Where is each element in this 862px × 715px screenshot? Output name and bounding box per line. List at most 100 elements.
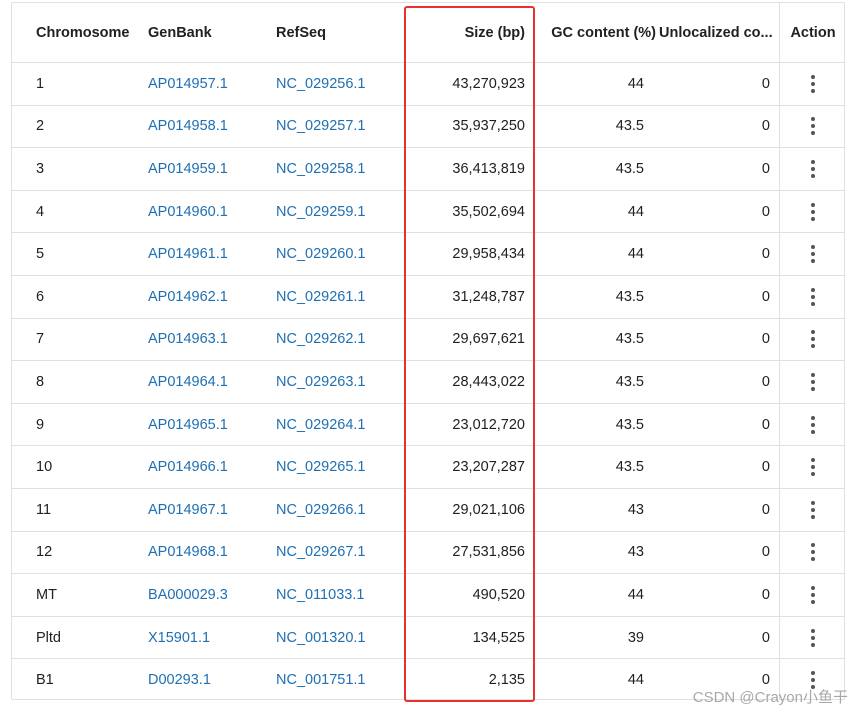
cell-chromosome: 7 (36, 331, 45, 348)
genbank-link[interactable]: AP014959.1 (136, 148, 264, 190)
genbank-link[interactable]: AP014966.1 (136, 446, 264, 488)
refseq-link[interactable]: NC_029256.1 (264, 63, 404, 105)
cell-chromosome: 3 (36, 160, 45, 177)
refseq-link[interactable]: NC_029267.1 (264, 532, 404, 574)
cell-chromosome: 12 (36, 544, 53, 561)
header-size[interactable]: Size (bp) (404, 3, 534, 62)
refseq-link[interactable]: NC_029262.1 (264, 319, 404, 361)
cell-action (779, 403, 844, 446)
refseq-link[interactable]: NC_029260.1 (264, 233, 404, 275)
cell-gc-content: 43.5 (615, 416, 644, 433)
watermark: CSDN @Crayon小鱼干 (692, 689, 848, 706)
cell-unlocalized: 0 (761, 373, 770, 390)
cell-size: 29,697,621 (452, 331, 525, 348)
more-vertical-icon[interactable] (805, 113, 821, 139)
more-vertical-icon[interactable] (805, 241, 821, 267)
cell-action (779, 574, 844, 616)
genbank-link[interactable]: AP014961.1 (136, 233, 264, 275)
more-vertical-icon[interactable] (805, 369, 821, 395)
more-vertical-icon[interactable] (805, 284, 821, 310)
table-row: 5 AP014961.1 NC_029260.1 29,958,434 44 0 (12, 233, 844, 276)
cell-unlocalized: 0 (761, 629, 770, 646)
refseq-link[interactable]: NC_029258.1 (264, 148, 404, 190)
cell-unlocalized: 0 (761, 459, 770, 476)
cell-gc-content: 43.5 (615, 118, 644, 135)
cell-action (779, 105, 844, 148)
more-vertical-icon[interactable] (805, 326, 821, 352)
header-gc-content[interactable]: GC content (%) (534, 3, 659, 62)
table-row: 10 AP014966.1 NC_029265.1 23,207,287 43.5 0 (12, 446, 844, 489)
cell-gc-content: 44 (627, 586, 644, 603)
genbank-link[interactable]: AP014958.1 (136, 106, 264, 148)
refseq-link[interactable]: NC_029266.1 (264, 489, 404, 531)
cell-size: 134,525 (472, 629, 525, 646)
cell-size: 27,531,856 (452, 544, 525, 561)
refseq-link[interactable]: NC_029257.1 (264, 106, 404, 148)
refseq-link[interactable]: NC_001751.1 (264, 659, 404, 699)
header-refseq[interactable]: RefSeq (264, 3, 404, 62)
refseq-link[interactable]: NC_029264.1 (264, 404, 404, 446)
genbank-link[interactable]: AP014967.1 (136, 489, 264, 531)
genbank-link[interactable]: AP014963.1 (136, 319, 264, 361)
cell-action (779, 233, 844, 275)
refseq-link[interactable]: NC_001320.1 (264, 617, 404, 659)
cell-size: 43,270,923 (452, 75, 525, 92)
cell-size: 35,937,250 (452, 118, 525, 135)
genbank-link[interactable]: AP014964.1 (136, 361, 264, 403)
header-genbank[interactable]: GenBank (136, 3, 264, 62)
cell-chromosome: 10 (36, 459, 53, 476)
more-vertical-icon[interactable] (805, 454, 821, 480)
cell-size: 490,520 (472, 586, 525, 603)
cell-size: 36,413,819 (452, 160, 525, 177)
cell-action (779, 190, 844, 233)
refseq-link[interactable]: NC_029265.1 (264, 446, 404, 488)
genbank-link[interactable]: X15901.1 (136, 617, 264, 659)
header-chromosome[interactable]: Chromosome (12, 3, 136, 62)
cell-action (779, 63, 844, 105)
genbank-link[interactable]: AP014960.1 (136, 191, 264, 233)
more-vertical-icon[interactable] (805, 71, 821, 97)
genbank-link[interactable]: BA000029.3 (136, 574, 264, 616)
genbank-link[interactable]: AP014962.1 (136, 276, 264, 318)
more-vertical-icon[interactable] (805, 625, 821, 651)
table-row: 4 AP014960.1 NC_029259.1 35,502,694 44 0 (12, 190, 844, 234)
cell-size: 28,443,022 (452, 373, 525, 390)
more-vertical-icon[interactable] (805, 199, 821, 225)
refseq-link[interactable]: NC_029261.1 (264, 276, 404, 318)
cell-unlocalized: 0 (761, 203, 770, 220)
genbank-link[interactable]: D00293.1 (136, 659, 264, 699)
cell-gc-content: 43 (627, 501, 644, 518)
cell-unlocalized: 0 (761, 416, 770, 433)
table-row: Pltd X15901.1 NC_001320.1 134,525 39 0 (12, 616, 844, 660)
table-row: 11 AP014967.1 NC_029266.1 29,021,106 43 0 (12, 489, 844, 532)
cell-size: 35,502,694 (452, 203, 525, 220)
genbank-link[interactable]: AP014965.1 (136, 404, 264, 446)
more-vertical-icon[interactable] (805, 582, 821, 608)
genbank-link[interactable]: AP014968.1 (136, 532, 264, 574)
refseq-link[interactable]: NC_029259.1 (264, 191, 404, 233)
cell-chromosome: MT (36, 586, 57, 603)
cell-chromosome: 1 (36, 75, 45, 92)
more-vertical-icon[interactable] (805, 539, 821, 565)
cell-gc-content: 43.5 (615, 459, 644, 476)
cell-action (779, 446, 844, 488)
genbank-link[interactable]: AP014957.1 (136, 63, 264, 105)
more-vertical-icon[interactable] (805, 156, 821, 182)
refseq-link[interactable]: NC_029263.1 (264, 361, 404, 403)
cell-chromosome: Pltd (36, 629, 61, 646)
refseq-link[interactable]: NC_011033.1 (264, 574, 404, 616)
header-unlocalized[interactable]: Unlocalized co... (659, 3, 779, 62)
cell-action (779, 318, 844, 361)
cell-unlocalized: 0 (761, 118, 770, 135)
cell-unlocalized: 0 (761, 160, 770, 177)
cell-unlocalized: 0 (761, 75, 770, 92)
table-header: Chromosome GenBank RefSeq Size (bp) GC c… (12, 3, 844, 63)
cell-chromosome: 4 (36, 203, 45, 220)
cell-gc-content: 44 (627, 672, 644, 689)
cell-gc-content: 43.5 (615, 160, 644, 177)
cell-gc-content: 44 (627, 75, 644, 92)
more-vertical-icon[interactable] (805, 412, 821, 438)
cell-action (779, 616, 844, 659)
cell-gc-content: 43.5 (615, 373, 644, 390)
more-vertical-icon[interactable] (805, 497, 821, 523)
